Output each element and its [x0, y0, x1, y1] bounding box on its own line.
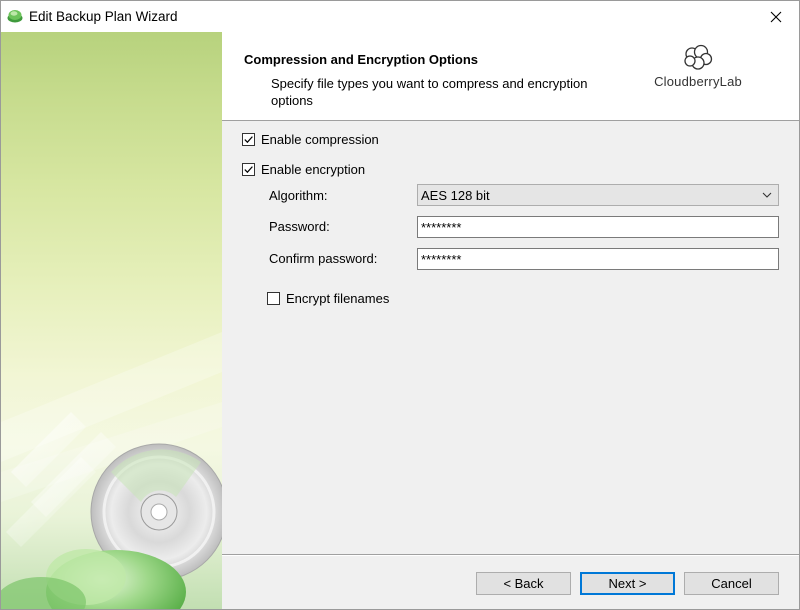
- password-field[interactable]: [417, 216, 779, 238]
- window-title: Edit Backup Plan Wizard: [29, 9, 178, 24]
- app-icon: [7, 10, 23, 23]
- enable-compression-checkbox[interactable]: Enable compression: [242, 132, 379, 147]
- enable-encryption-label: Enable encryption: [261, 162, 366, 177]
- page-title: Compression and Encryption Options: [244, 52, 479, 67]
- wizard-window: Edit Backup Plan Wizard Compression and …: [0, 0, 800, 610]
- back-button[interactable]: < Back: [476, 572, 571, 595]
- brand-logo: CloudberryLab: [653, 44, 743, 89]
- cancel-button[interactable]: Cancel: [684, 572, 779, 595]
- algorithm-value: AES 128 bit: [421, 188, 490, 203]
- close-button[interactable]: [753, 1, 799, 32]
- checkbox-box[interactable]: [242, 133, 255, 146]
- checkmark-icon: [244, 166, 253, 174]
- enable-encryption-checkbox[interactable]: Enable encryption: [242, 162, 365, 177]
- page-subtitle: Specify file types you want to compress …: [271, 76, 588, 108]
- algorithm-select[interactable]: AES 128 bit: [417, 184, 779, 206]
- checkbox-box[interactable]: [267, 292, 280, 305]
- encrypt-filenames-checkbox[interactable]: Encrypt filenames: [267, 291, 389, 306]
- checkbox-box[interactable]: [242, 163, 255, 176]
- confirm-password-label: Confirm password:: [269, 251, 378, 266]
- chevron-down-icon: [762, 192, 772, 198]
- confirm-password-field[interactable]: [417, 248, 779, 270]
- options-panel: Enable compression Enable encryption Alg…: [222, 121, 799, 554]
- disc-illustration: [1, 332, 222, 609]
- wizard-header: Compression and Encryption Options Speci…: [222, 32, 799, 121]
- title-bar[interactable]: Edit Backup Plan Wizard: [1, 1, 799, 32]
- next-button[interactable]: Next >: [580, 572, 675, 595]
- algorithm-label: Algorithm:: [269, 188, 328, 203]
- encrypt-filenames-label: Encrypt filenames: [286, 291, 390, 306]
- wizard-footer: < Back Next > Cancel: [222, 556, 799, 609]
- cloudberry-logo-icon: [684, 44, 713, 70]
- brand-name: CloudberryLab: [654, 74, 742, 89]
- password-label: Password:: [269, 219, 330, 234]
- close-icon: [770, 11, 782, 22]
- checkmark-icon: [244, 136, 253, 144]
- wizard-side-image: [1, 32, 222, 609]
- enable-compression-label: Enable compression: [261, 132, 379, 147]
